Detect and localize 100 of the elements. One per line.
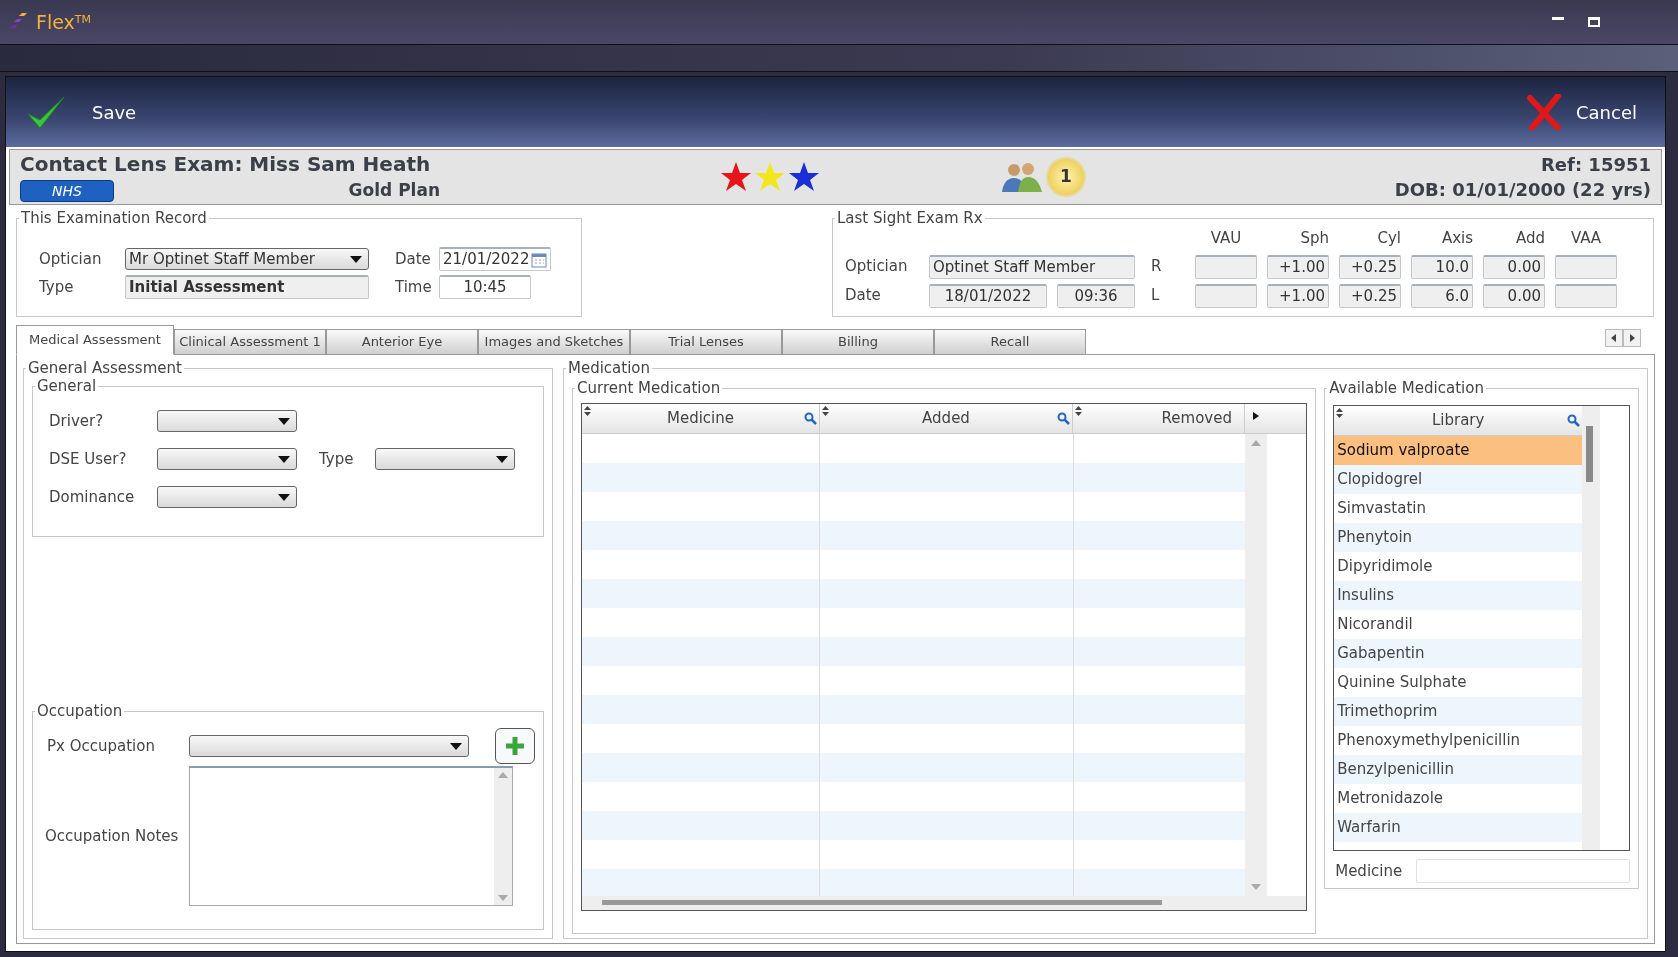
column-header: VAA	[1569, 228, 1603, 249]
cross-icon	[1526, 94, 1562, 130]
search-icon	[1057, 412, 1070, 425]
list-item[interactable]: Sodium valproate	[1334, 436, 1583, 465]
optician-field[interactable]: Optinet Staff Member	[929, 254, 1135, 279]
list-item[interactable]: Benzylpenicillin	[1334, 755, 1583, 784]
rx-value-field[interactable]: +1.00	[1267, 283, 1329, 308]
time-field[interactable]: 09:36	[1057, 283, 1135, 308]
list-item[interactable]: Clopidogrel	[1334, 465, 1583, 494]
dropdown[interactable]	[157, 486, 297, 508]
section-legend: This Examination Record	[19, 209, 209, 227]
sort-arrows-icon	[1336, 408, 1344, 418]
field-label: Px Occupation	[47, 735, 156, 757]
field-label: Occupation Notes	[45, 825, 180, 847]
calendar-icon[interactable]	[531, 251, 547, 268]
list-item[interactable]: Dipyridimole	[1334, 552, 1583, 581]
selected-value: Mr Optinet Staff Member	[129, 248, 316, 270]
scroll-right-button[interactable]	[1623, 329, 1641, 347]
rx-value-field[interactable]: 0.00	[1483, 254, 1545, 279]
rx-value-field[interactable]	[1195, 283, 1257, 308]
sort-arrows-icon	[1075, 406, 1082, 416]
minimize-icon[interactable]	[1552, 17, 1564, 21]
list-item[interactable]: Phenoxymethylpenicillin	[1334, 726, 1583, 755]
dropdown[interactable]	[157, 448, 297, 470]
section-legend: Last Sight Exam Rx	[835, 209, 985, 227]
dropdown[interactable]	[157, 410, 297, 432]
caret-icon	[450, 742, 462, 750]
tab[interactable]: Images and Sketches	[478, 329, 630, 355]
field-label: Driver?	[49, 410, 105, 432]
field-label: Optician	[845, 256, 909, 278]
rx-value-field[interactable]: 10.0	[1411, 254, 1473, 279]
type-field[interactable]: Initial Assessment	[125, 275, 369, 299]
rx-value-field[interactable]: 6.0	[1411, 283, 1473, 308]
column-header: Cyl	[1376, 228, 1401, 249]
caret-icon	[278, 417, 290, 425]
right-arrow-icon	[1253, 412, 1259, 420]
column-header[interactable]: Library	[1334, 406, 1583, 435]
nhs-badge: NHS	[20, 179, 114, 202]
rx-value-field[interactable]	[1555, 283, 1617, 308]
tab[interactable]: Anterior Eye	[326, 329, 478, 355]
maximize-icon[interactable]	[1588, 17, 1600, 27]
field-label: Optician	[39, 248, 103, 270]
field-label: Time	[394, 276, 431, 298]
vertical-scrollbar[interactable]	[1245, 434, 1267, 896]
cancel-button[interactable]: Cancel	[1520, 93, 1643, 131]
rx-value-field[interactable]: 0.00	[1483, 283, 1545, 308]
plus-icon	[504, 735, 526, 757]
field-label: Medicine	[1335, 860, 1403, 882]
list-item[interactable]: Gabapentin	[1334, 639, 1583, 668]
eye-label: L	[1150, 285, 1161, 307]
rx-value-field[interactable]	[1555, 254, 1617, 279]
column-header[interactable]: Removed	[1073, 404, 1245, 433]
medicine-search-field[interactable]	[1416, 859, 1630, 883]
rx-value-field[interactable]	[1195, 254, 1257, 279]
search-icon	[1567, 414, 1581, 427]
list-item[interactable]: Insulins	[1334, 581, 1583, 610]
dropdown[interactable]	[375, 448, 515, 470]
optician-dropdown[interactable]: Mr Optinet Staff Member	[125, 248, 369, 270]
date-of-birth: DOB: 01/01/2000 (22 yrs)	[1394, 178, 1651, 202]
rx-value-field[interactable]: +1.00	[1267, 254, 1329, 279]
sort-arrows-icon	[584, 406, 591, 416]
list-item[interactable]: Trimethoprim	[1334, 697, 1583, 726]
tab[interactable]: Recall	[934, 329, 1086, 355]
scrollbar-thumb[interactable]	[1586, 426, 1594, 482]
list-item[interactable]: Metronidazole	[1334, 784, 1583, 813]
section-legend: General Assessment	[26, 359, 184, 377]
people-icon	[1000, 160, 1044, 194]
scroll-left-button[interactable]	[1605, 329, 1623, 347]
column-header: VAU	[1209, 228, 1243, 249]
date-field[interactable]: 18/01/2022	[929, 283, 1047, 308]
horizontal-scrollbar-thumb[interactable]	[602, 900, 1162, 905]
tab[interactable]: Billing	[782, 329, 934, 355]
rx-value-field[interactable]: +0.25	[1339, 283, 1401, 308]
list-item[interactable]: Phenytoin	[1334, 523, 1583, 552]
section-legend: Medication	[566, 359, 653, 377]
tab[interactable]: Clinical Assessment 1	[174, 329, 326, 355]
occupation-dropdown[interactable]	[189, 735, 469, 757]
checkmark-icon	[26, 94, 66, 130]
field-label: Type	[319, 448, 355, 470]
save-button[interactable]: Save	[20, 93, 143, 131]
caret-icon	[278, 455, 290, 463]
app-title: Flex$^{TM}$	[36, 9, 92, 35]
up-arrow-icon	[498, 772, 508, 778]
search-icon	[804, 412, 817, 425]
tab[interactable]: Medical Assessment	[16, 325, 174, 355]
sort-arrows-icon	[822, 406, 829, 416]
field-label: Date	[845, 285, 882, 307]
time-field[interactable]: 10:45	[439, 275, 531, 299]
column-header[interactable]: Added	[820, 404, 1073, 433]
scrollbar[interactable]	[494, 768, 512, 905]
list-item[interactable]: Nicorandil	[1334, 610, 1583, 639]
add-button[interactable]	[495, 728, 535, 764]
section-legend: Current Medication	[575, 379, 723, 397]
list-item[interactable]: Simvastatin	[1334, 494, 1583, 523]
list-item[interactable]: Warfarin	[1334, 813, 1583, 842]
tab[interactable]: Trial Lenses	[630, 329, 782, 355]
column-header[interactable]: Medicine	[582, 404, 820, 433]
rx-value-field[interactable]: +0.25	[1339, 254, 1401, 279]
date-field[interactable]: 21/01/2022	[439, 247, 551, 271]
list-item[interactable]: Quinine Sulphate	[1334, 668, 1583, 697]
